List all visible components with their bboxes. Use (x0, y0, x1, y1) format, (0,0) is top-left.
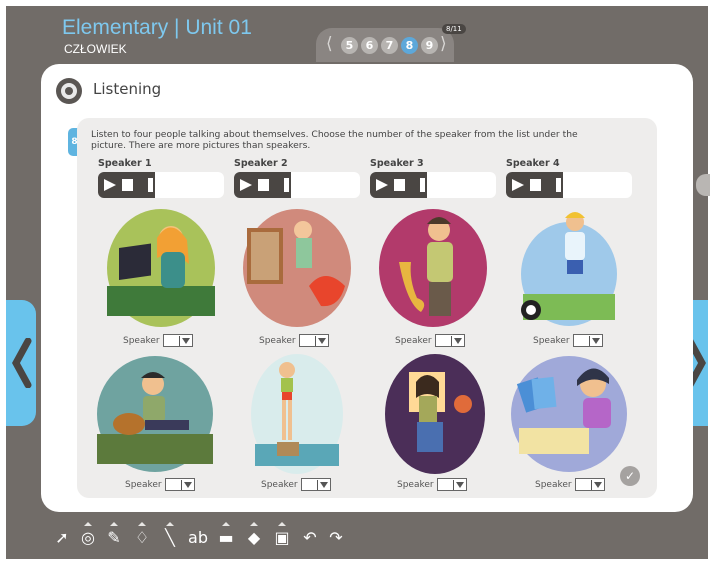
unit-subtitle: CZŁOWIEK (64, 42, 127, 56)
speaker-2-player: Speaker 2 (234, 158, 360, 198)
speaker-label: Speaker 2 (234, 158, 288, 169)
audio-player (370, 172, 496, 198)
speaker-select-box[interactable] (574, 478, 605, 491)
picture-boy-playing-cards (509, 354, 629, 474)
picture-girl-painting-with-cat (241, 208, 353, 328)
speaker-dropdown-label: Speaker (395, 336, 432, 346)
chevron-left-icon (12, 338, 32, 388)
page-button-6[interactable]: 6 (361, 37, 378, 54)
speaker-select-box[interactable] (434, 334, 465, 347)
listening-speaker-icon (56, 78, 82, 104)
speaker-dropdown-label: Speaker (397, 480, 434, 490)
audio-player (234, 172, 360, 198)
speaker-3-player: Speaker 3 (370, 158, 496, 198)
page-button-7[interactable]: 7 (381, 37, 398, 54)
speaker-dropdown[interactable]: Speaker (397, 478, 467, 491)
zoom-icon[interactable]: ◎ (78, 522, 98, 550)
previous-exercise-button[interactable] (6, 300, 36, 426)
picture-boy-with-guitar (95, 354, 215, 474)
audio-player (98, 172, 224, 198)
redo-icon[interactable]: ↷ (326, 528, 346, 550)
page-button-9[interactable]: 9 (421, 37, 438, 54)
page-button-8[interactable]: 8 (401, 37, 418, 54)
stop-icon[interactable] (394, 179, 405, 191)
speaker-4-player: Speaker 4 (506, 158, 632, 198)
check-answers-button[interactable]: ✓ (620, 466, 640, 486)
stop-icon[interactable] (258, 179, 269, 191)
audio-progress-handle[interactable] (148, 178, 153, 192)
audio-controls (370, 172, 427, 198)
ink-drop-icon[interactable]: ♢ (132, 522, 152, 550)
speaker-select-box[interactable] (298, 334, 329, 347)
play-icon[interactable] (240, 179, 252, 191)
picture-woman-at-computer (105, 208, 217, 328)
side-menu-handle[interactable] (696, 174, 710, 196)
picture-girl-sitting-with-cat (383, 352, 489, 476)
audio-controls (234, 172, 291, 198)
prev-page-chevron-icon[interactable]: ⟨ (326, 34, 333, 54)
audio-progress-handle[interactable] (556, 178, 561, 192)
speaker-dropdown[interactable]: Speaker (535, 478, 605, 491)
instruction-text: Listen to four people talking about them… (91, 129, 578, 151)
speaker-dropdown-label: Speaker (259, 336, 296, 346)
speaker-dropdown[interactable]: Speaker (125, 478, 195, 491)
audio-progress-handle[interactable] (284, 178, 289, 192)
save-icon[interactable]: ▣ (272, 522, 292, 550)
undo-icon[interactable]: ↶ (300, 528, 320, 550)
speaker-select-box[interactable] (300, 478, 331, 491)
picture-man-with-saxophone (377, 208, 489, 328)
speaker-dropdown[interactable]: Speaker (123, 334, 193, 347)
text-icon[interactable]: ab (188, 528, 208, 550)
audio-controls (506, 172, 563, 198)
speaker-dropdown[interactable]: Speaker (395, 334, 465, 347)
speaker-dropdown-label: Speaker (533, 336, 570, 346)
pen-icon[interactable]: ✎ (104, 522, 124, 550)
speaker-select-box[interactable] (162, 334, 193, 347)
next-page-chevron-icon[interactable]: ⟩ (440, 34, 447, 54)
picture-girl-on-beach (247, 352, 347, 476)
play-icon[interactable] (104, 179, 116, 191)
unit-title: Elementary | Unit 01 (62, 16, 252, 39)
speaker-dropdown-label: Speaker (535, 480, 572, 490)
page-navigator: ⟨ 5 6 7 8 9 ⟩ (316, 28, 454, 62)
annotation-toolbar: ➚ ◎ ✎ ♢ ╲ ab ▬ ◆ ▣ ↶ ↷ (46, 522, 366, 552)
speaker-dropdown-label: Speaker (123, 336, 160, 346)
speaker-label: Speaker 1 (98, 158, 152, 169)
play-icon[interactable] (512, 179, 524, 191)
eraser-icon[interactable]: ◆ (244, 522, 264, 550)
speaker-select-box[interactable] (436, 478, 467, 491)
stop-icon[interactable] (530, 179, 541, 191)
speaker-select-box[interactable] (164, 478, 195, 491)
speaker-dropdown-label: Speaker (261, 480, 298, 490)
page-counter-badge: 8/11 (442, 24, 466, 34)
audio-player (506, 172, 632, 198)
rectangle-icon[interactable]: ▬ (216, 522, 236, 550)
speaker-select-box[interactable] (572, 334, 603, 347)
speaker-dropdown[interactable]: Speaker (259, 334, 329, 347)
exercise-panel: Listen to four people talking about them… (77, 118, 657, 498)
audio-controls (98, 172, 155, 198)
speaker-dropdown[interactable]: Speaker (261, 478, 331, 491)
audio-progress-handle[interactable] (420, 178, 425, 192)
exercise-card: Listening 8 Listen to four people talkin… (41, 64, 693, 512)
speaker-dropdown-label: Speaker (125, 480, 162, 490)
line-icon[interactable]: ╲ (160, 522, 180, 550)
speaker-dropdown[interactable]: Speaker (533, 334, 603, 347)
speaker-label: Speaker 3 (370, 158, 424, 169)
page-button-5[interactable]: 5 (341, 37, 358, 54)
section-title: Listening (93, 80, 162, 98)
play-icon[interactable] (376, 179, 388, 191)
picture-boy-playing-football (513, 208, 625, 328)
pointer-icon[interactable]: ➚ (52, 528, 72, 550)
speaker-label: Speaker 4 (506, 158, 560, 169)
speaker-1-player: Speaker 1 (98, 158, 224, 198)
stop-icon[interactable] (122, 179, 133, 191)
